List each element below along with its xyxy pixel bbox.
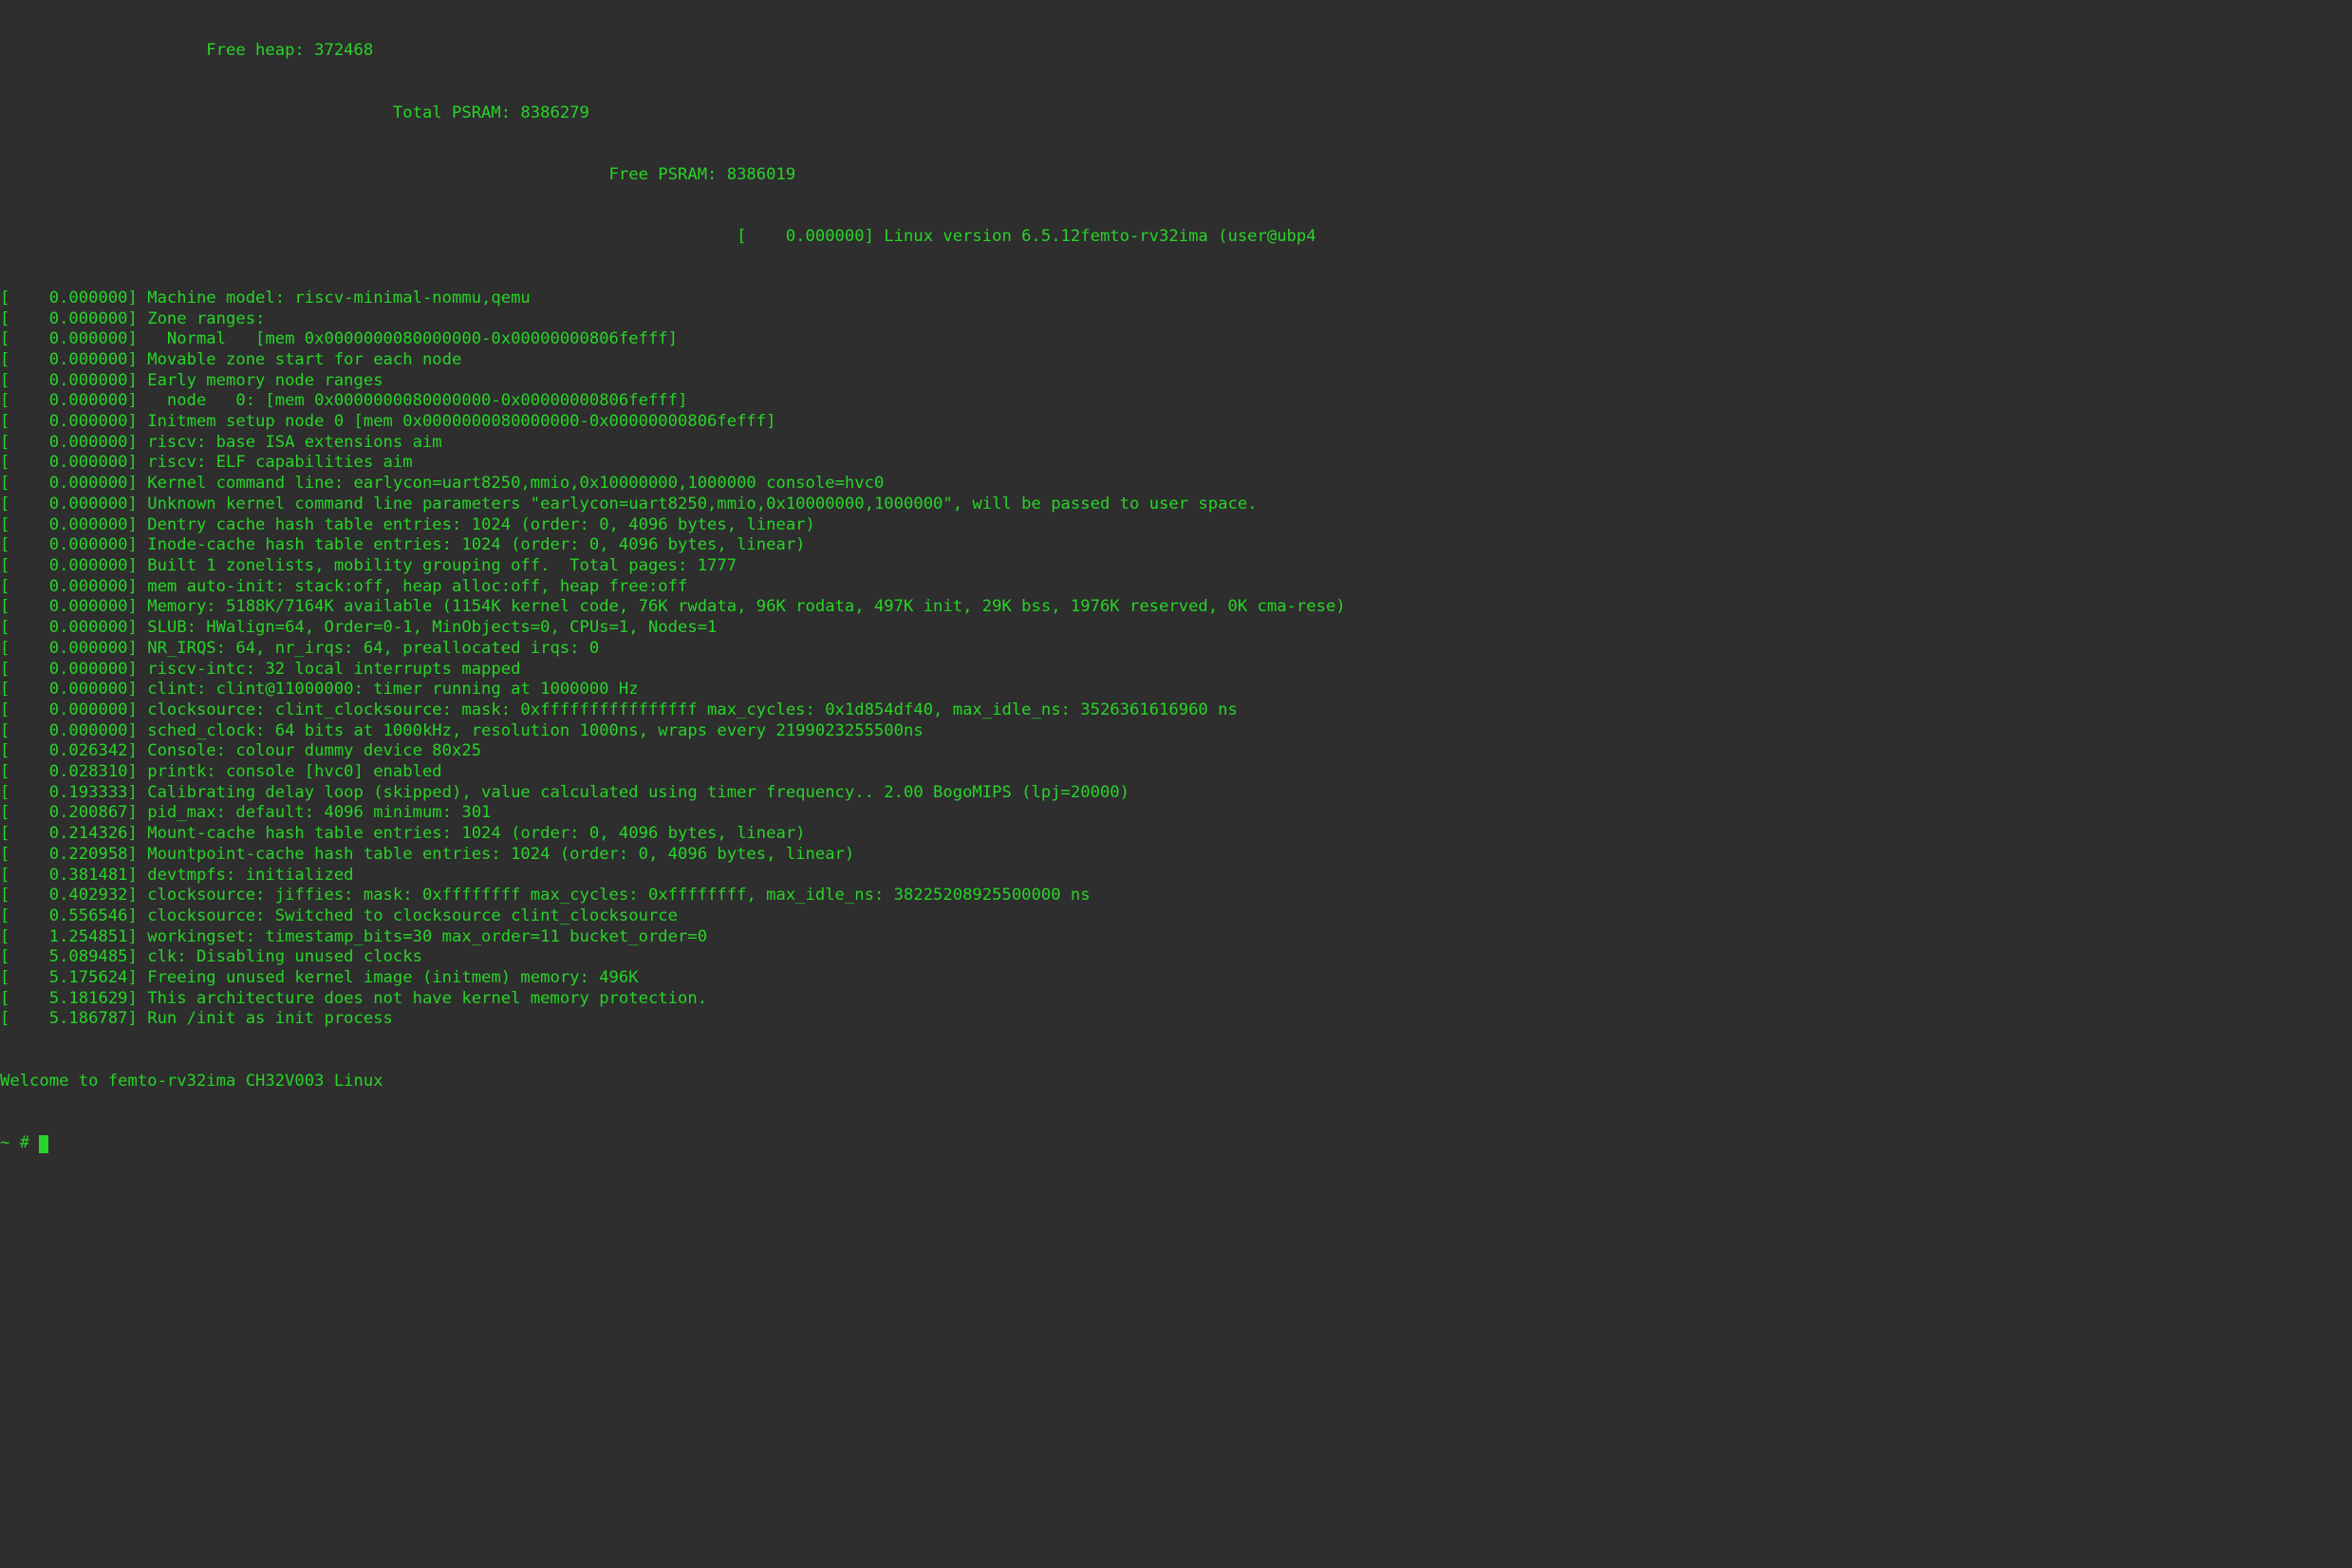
dmesg-line: [ 0.000000] NR_IRQS: 64, nr_irqs: 64, pr… [0, 639, 2352, 660]
dmesg-line: [ 0.000000] Dentry cache hash table entr… [0, 515, 2352, 536]
dmesg-line: [ 0.402932] clocksource: jiffies: mask: … [0, 886, 2352, 906]
dmesg-line: [ 5.186787] Run /init as init process [0, 1009, 2352, 1030]
dmesg-line: [ 0.193333] Calibrating delay loop (skip… [0, 783, 2352, 804]
linux-version-line: [ 0.000000] Linux version 6.5.12femto-rv… [0, 227, 2352, 248]
free-psram-line: Free PSRAM: 8386019 [0, 165, 2352, 186]
dmesg-line: [ 0.026342] Console: colour dummy device… [0, 741, 2352, 762]
cursor-icon [39, 1135, 48, 1153]
dmesg-line: [ 0.200867] pid_max: default: 4096 minim… [0, 803, 2352, 824]
prompt-text: ~ # [0, 1133, 39, 1152]
dmesg-line: [ 0.000000] riscv: base ISA extensions a… [0, 433, 2352, 454]
dmesg-line: [ 0.000000] Machine model: riscv-minimal… [0, 289, 2352, 309]
dmesg-line: [ 0.000000] Memory: 5188K/7164K availabl… [0, 597, 2352, 618]
dmesg-line: [ 5.181629] This architecture does not h… [0, 989, 2352, 1010]
dmesg-line: [ 0.214326] Mount-cache hash table entri… [0, 824, 2352, 845]
dmesg-line: [ 5.089485] clk: Disabling unused clocks [0, 947, 2352, 968]
dmesg-line: [ 0.000000] node 0: [mem 0x0000000080000… [0, 391, 2352, 412]
dmesg-line: [ 5.175624] Freeing unused kernel image … [0, 968, 2352, 989]
dmesg-line: [ 0.000000] Inode-cache hash table entri… [0, 535, 2352, 556]
dmesg-line: [ 0.000000] riscv: ELF capabilities aim [0, 453, 2352, 474]
dmesg-line: [ 0.000000] clocksource: clint_clocksour… [0, 700, 2352, 721]
dmesg-line: [ 0.000000] Unknown kernel command line … [0, 495, 2352, 515]
dmesg-line: [ 1.254851] workingset: timestamp_bits=3… [0, 927, 2352, 948]
total-psram-line: Total PSRAM: 8386279 [0, 103, 2352, 124]
dmesg-line: [ 0.000000] Initmem setup node 0 [mem 0x… [0, 412, 2352, 433]
dmesg-line: [ 0.000000] riscv-intc: 32 local interru… [0, 660, 2352, 681]
dmesg-line: [ 0.000000] clint: clint@11000000: timer… [0, 680, 2352, 700]
dmesg-block: [ 0.000000] Machine model: riscv-minimal… [0, 289, 2352, 1030]
prompt-line[interactable]: ~ # [0, 1133, 2352, 1154]
dmesg-line: [ 0.000000] Kernel command line: earlyco… [0, 474, 2352, 495]
dmesg-line: [ 0.220958] Mountpoint-cache hash table … [0, 845, 2352, 866]
terminal-output[interactable]: Free heap: 372468 Total PSRAM: 8386279 F… [0, 0, 2352, 1174]
dmesg-line: [ 0.381481] devtmpfs: initialized [0, 866, 2352, 887]
dmesg-line: [ 0.000000] mem auto-init: stack:off, he… [0, 577, 2352, 598]
free-heap-line: Free heap: 372468 [0, 41, 2352, 62]
dmesg-line: [ 0.000000] sched_clock: 64 bits at 1000… [0, 721, 2352, 742]
dmesg-line: [ 0.000000] Early memory node ranges [0, 371, 2352, 392]
dmesg-line: [ 0.028310] printk: console [hvc0] enabl… [0, 762, 2352, 783]
dmesg-line: [ 0.000000] Built 1 zonelists, mobility … [0, 556, 2352, 577]
dmesg-line: [ 0.000000] SLUB: HWalign=64, Order=0-1,… [0, 618, 2352, 639]
dmesg-line: [ 0.000000] Normal [mem 0x00000000800000… [0, 329, 2352, 350]
welcome-line: Welcome to femto-rv32ima CH32V003 Linux [0, 1072, 2352, 1092]
dmesg-line: [ 0.000000] Movable zone start for each … [0, 350, 2352, 371]
dmesg-line: [ 0.556546] clocksource: Switched to clo… [0, 906, 2352, 927]
dmesg-line: [ 0.000000] Zone ranges: [0, 309, 2352, 330]
